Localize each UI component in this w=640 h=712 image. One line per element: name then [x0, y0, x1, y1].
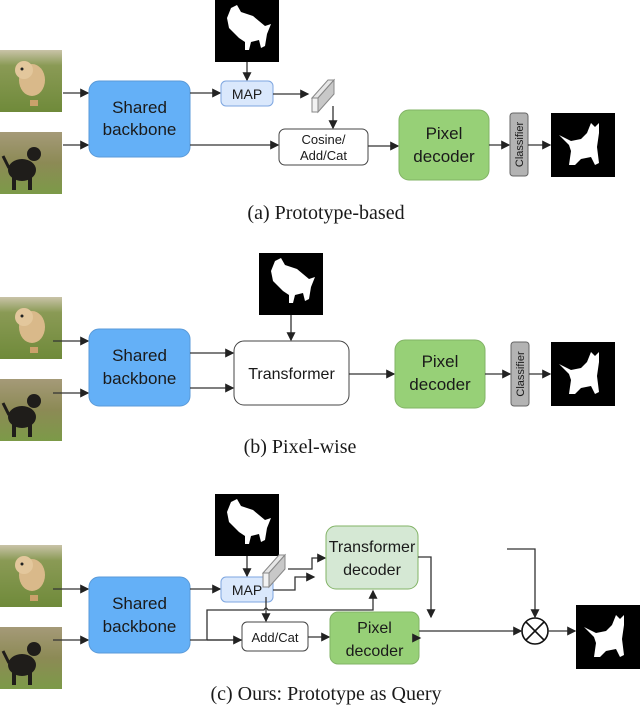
prediction-mask-c [576, 605, 640, 669]
backbone-c-line2: backbone [103, 617, 177, 636]
prototype-vector-a [311, 79, 335, 113]
support-mask-c [215, 494, 279, 556]
classifier-label-b: Classifier [515, 351, 527, 397]
panel-a: Shared backbone MAP Cosine/ Add/Cat Pixe… [0, 0, 615, 224]
transformer-decoder-c [325, 525, 419, 590]
shared-backbone-c [88, 576, 191, 654]
pixel-decoder-b [394, 339, 486, 409]
fuse-a-line2: Add/Cat [300, 148, 347, 163]
backbone-c-line1: Shared [112, 594, 167, 613]
multiply-op-c [521, 617, 549, 645]
support-mask-b [259, 253, 323, 315]
fuse-a-line1: Cosine/ [301, 132, 345, 147]
panel-b: Shared backbone Transformer Pixel decode… [0, 253, 615, 458]
support-image-b-bottom [0, 377, 64, 443]
query-image-c-top [0, 545, 62, 607]
classifier-label-a: Classifier [514, 122, 526, 168]
diagram-canvas: Shared backbone MAP Cosine/ Add/Cat Pixe… [0, 0, 640, 705]
map-label-a: MAP [232, 86, 262, 102]
support-image-a-bottom [0, 130, 64, 196]
caption-c: (c) Ours: Prototype as Query [210, 683, 441, 705]
backbone-a-line1: Shared [112, 98, 167, 117]
caption-b: (b) Pixel-wise [244, 436, 357, 458]
pixel-decoder-c-line1: Pixel [357, 620, 392, 637]
pixel-decoder-a [398, 109, 490, 181]
pixel-decoder-b-line1: Pixel [422, 352, 459, 371]
query-image-a-top [0, 50, 62, 112]
map-label-c: MAP [232, 582, 262, 598]
backbone-a-line2: backbone [103, 120, 177, 139]
transformer-decoder-c-line2: decoder [343, 562, 401, 579]
query-image-b-top [0, 297, 62, 359]
transformer-label-b: Transformer [248, 366, 335, 383]
caption-a: (a) Prototype-based [247, 202, 404, 224]
backbone-b-line2: backbone [103, 369, 177, 388]
panel-c: Shared backbone MAP Transformer decoder … [0, 494, 640, 705]
transformer-decoder-c-line1: Transformer [329, 539, 416, 556]
prediction-mask-b [551, 342, 615, 406]
pixel-decoder-c-line2: decoder [346, 643, 404, 660]
backbone-b-line1: Shared [112, 346, 167, 365]
shared-backbone-b [88, 328, 191, 407]
pixel-decoder-b-line2: decoder [409, 375, 471, 394]
support-mask-a [215, 0, 279, 62]
shared-backbone-a [88, 80, 191, 158]
pixel-decoder-a-line2: decoder [413, 147, 475, 166]
prototype-vector-c [262, 554, 286, 588]
pixel-decoder-a-line1: Pixel [426, 124, 463, 143]
fuse-label-c: Add/Cat [252, 630, 299, 645]
prediction-mask-a [551, 113, 615, 177]
support-image-c-bottom [0, 625, 64, 691]
